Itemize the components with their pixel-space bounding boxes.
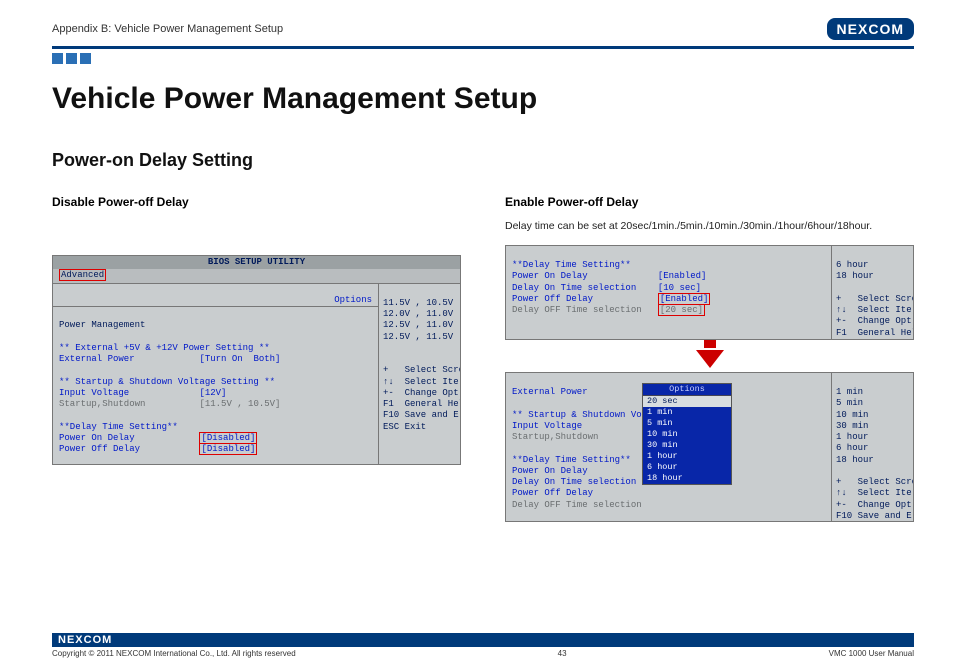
popup-option[interactable]: 1 hour — [643, 451, 731, 462]
popup-option[interactable]: 1 min — [643, 407, 731, 418]
poff-label-b: Power Off Delay — [512, 488, 593, 498]
input-voltage-value[interactable]: [12V] — [199, 388, 226, 398]
popup-option[interactable]: 18 hour — [643, 473, 731, 484]
manual-name: VMC 1000 User Manual — [829, 649, 914, 658]
options-header: Options — [53, 295, 378, 307]
bios-tab-advanced[interactable]: Advanced — [59, 269, 106, 281]
popup-option[interactable]: 10 min — [643, 429, 731, 440]
poff-time-label-top: Delay OFF Time selection — [512, 305, 642, 315]
pon-time-value-top[interactable]: [10 sec] — [658, 283, 701, 293]
side-top-vals: 6 hour 18 hour — [836, 260, 874, 281]
side-voltages: 11.5V , 10.5V 12.0V , 11.0V 12.5V , 11.0… — [383, 298, 453, 342]
power-off-delay-label: Power Off Delay — [59, 444, 140, 454]
pon-value-top[interactable]: [Enabled] — [658, 271, 707, 281]
popup-option[interactable]: 6 hour — [643, 462, 731, 473]
arrow-down-icon — [505, 340, 914, 368]
right-subheading: Enable Power-off Delay — [505, 195, 914, 209]
bios-screenshot-disable: BIOS SETUP UTILITY Advanced Options Powe… — [52, 255, 461, 465]
page-number: 43 — [558, 649, 567, 658]
brand-logo: NEXCOM — [827, 18, 914, 40]
pon-label-b: Power On Delay — [512, 466, 588, 476]
bios-title: BIOS SETUP UTILITY — [53, 256, 460, 269]
poff-time-value-top[interactable]: [20 sec] — [658, 304, 705, 316]
startup-label: Startup,Shutdown — [59, 399, 145, 409]
popup-header: Options — [643, 384, 731, 396]
poff-value-top[interactable]: [Enabled] — [658, 293, 711, 305]
input-voltage-b: Input Voltage — [512, 421, 582, 431]
side-bottom-help: + Select Scre ↑↓ Select Ite +- Change Op… — [836, 477, 913, 521]
group-ext-power: ** External +5V & +12V Power Setting ** — [59, 343, 270, 353]
pon-time-label-top: Delay On Time selection — [512, 283, 636, 293]
poff-time-label-b: Delay OFF Time selection — [512, 500, 642, 510]
delay-options-popup[interactable]: Options 20 sec 1 min 5 min 10 min 30 min… — [642, 383, 732, 485]
bios-screenshot-enable-top: **Delay Time Setting** Power On Delay [E… — [505, 245, 914, 340]
ext-power-label-b: External Power — [512, 387, 588, 397]
group-startup: ** Startup & Shutdown Voltage Setting ** — [59, 377, 275, 387]
decorative-squares — [52, 53, 914, 64]
group-delay: **Delay Time Setting** — [59, 422, 178, 432]
footer-logo: NEXCOM — [58, 634, 112, 646]
group-power-mgmt: Power Management — [59, 320, 145, 330]
group-delay-b: **Delay Time Setting** — [512, 455, 631, 465]
delay-description: Delay time can be set at 20sec/1min./5mi… — [505, 219, 914, 235]
bios-screenshot-enable-bottom: External Power [Turn On Both] ** Startup… — [505, 372, 914, 522]
power-on-delay-label: Power On Delay — [59, 433, 135, 443]
side-help: + Select Scre ↑↓ Select Ite +- Change Op… — [383, 365, 460, 431]
pon-time-label-b: Delay On Time selection — [512, 477, 636, 487]
group-delay-top: **Delay Time Setting** — [512, 260, 631, 270]
popup-option[interactable]: 5 min — [643, 418, 731, 429]
power-on-delay-value[interactable]: [Disabled] — [199, 432, 257, 444]
pon-label-top: Power On Delay — [512, 271, 588, 281]
header-rule — [52, 46, 914, 49]
section-heading: Power-on Delay Setting — [52, 150, 914, 171]
startup-value[interactable]: [11.5V , 10.5V] — [199, 399, 280, 409]
appendix-label: Appendix B: Vehicle Power Management Set… — [52, 23, 283, 35]
poff-label-top: Power Off Delay — [512, 294, 593, 304]
ext-power-value[interactable]: [Turn On Both] — [199, 354, 280, 364]
startup-b: Startup,Shutdown — [512, 432, 598, 442]
popup-option[interactable]: 30 min — [643, 440, 731, 451]
group-startup-b: ** Startup & Shutdown Volta — [512, 410, 658, 420]
copyright: Copyright © 2011 NEXCOM International Co… — [52, 649, 296, 658]
power-off-delay-value[interactable]: [Disabled] — [199, 443, 257, 455]
side-bottom-vals: 1 min 5 min 10 min 30 min 1 hour 6 hour … — [836, 387, 874, 465]
footer-bar: NEXCOM — [52, 633, 914, 647]
side-top-help: + Select Scre ↑↓ Select Ite +- Change Op… — [836, 294, 913, 339]
page-title: Vehicle Power Management Setup — [52, 82, 914, 116]
left-subheading: Disable Power-off Delay — [52, 195, 461, 209]
input-voltage-label: Input Voltage — [59, 388, 129, 398]
ext-power-label: External Power — [59, 354, 135, 364]
popup-option-selected[interactable]: 20 sec — [643, 396, 731, 407]
